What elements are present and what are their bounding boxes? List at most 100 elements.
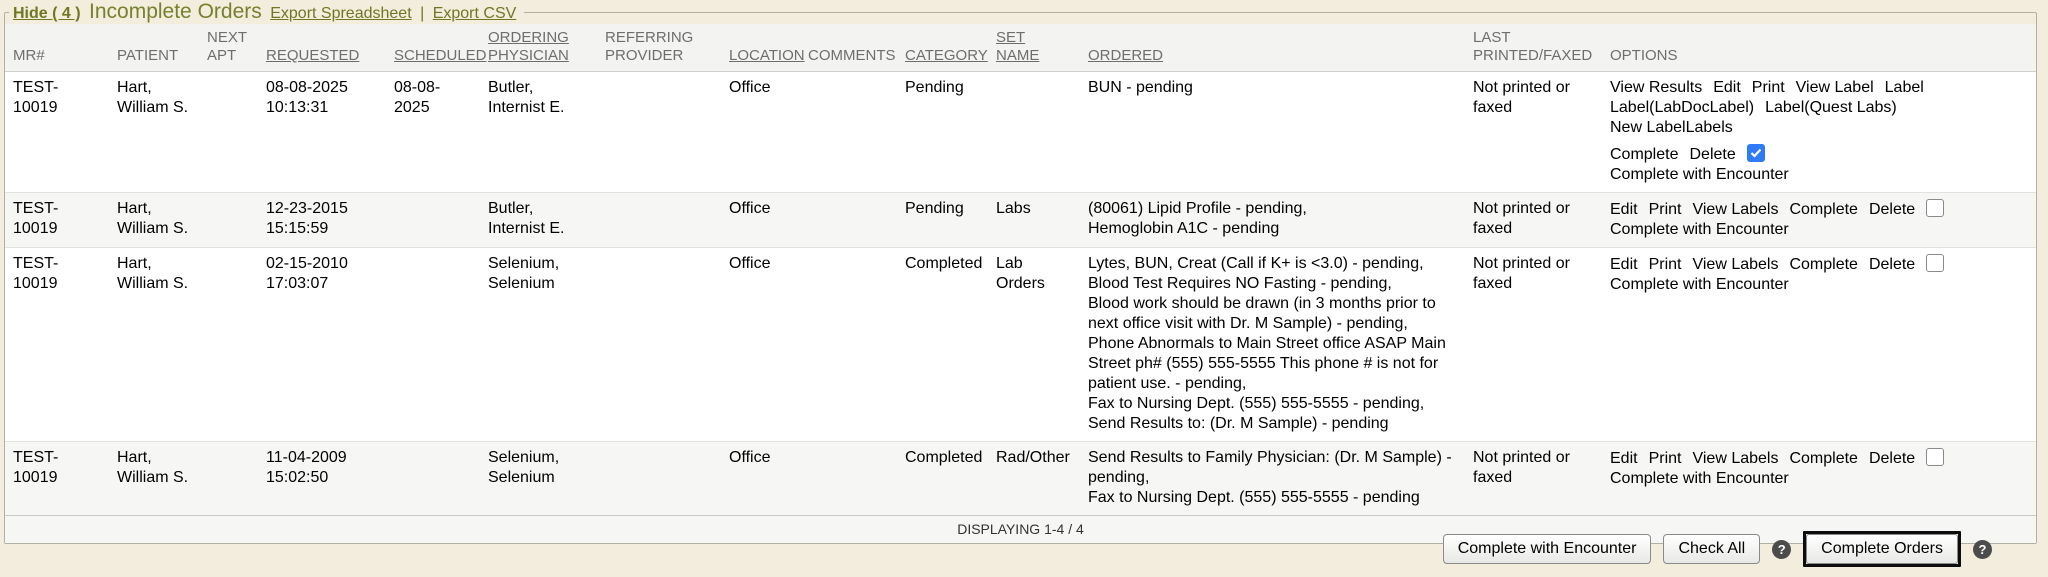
ordered-line: Hemoglobin A1C - pending [1088,219,1457,239]
view-results-link[interactable]: View Results [1610,78,1702,98]
view-label-link[interactable]: View Label [1796,78,1874,98]
complete-with-encounter-link[interactable]: Complete with Encounter [1610,166,1789,183]
column-header-last-printed-faxed: LAST PRINTED/FAXED [1465,24,1602,72]
print-link[interactable]: Print [1649,200,1682,220]
column-header-set-name[interactable]: SET NAME [988,24,1080,72]
help-icon[interactable]: ? [1772,540,1791,559]
print-link[interactable]: Print [1752,78,1785,98]
column-header-ordered[interactable]: ORDERED [1080,24,1465,72]
scheduled-cell: 08-08-2025 [386,72,480,193]
view-labels-link[interactable]: View Labels [1692,255,1778,275]
ordered-line: Lytes, BUN, Creat (Call if K+ is <3.0) -… [1088,254,1457,274]
complete-with-encounter-line: Complete with Encounter [1610,220,2028,240]
set-name-line: Labs [996,199,1072,219]
page-title: Incomplete Orders [85,0,266,23]
ordered-line: BUN - pending [1088,78,1457,98]
hide-toggle-link[interactable]: Hide ( 4 ) [13,5,81,22]
ordered-line: Phone Abnormals to Main Street office AS… [1088,334,1457,394]
edit-link[interactable]: Edit [1610,200,1638,220]
set-name-cell [988,72,1080,193]
requested-cell: 08-08-2025 10:13:31 [258,72,386,193]
set-name-cell: Rad/Other [988,442,1080,516]
scheduled-cell [386,193,480,248]
ordering-physician-cell: Selenium, Selenium [480,248,597,442]
column-header-requested[interactable]: REQUESTED [258,24,386,72]
check-all-button[interactable]: Check All [1663,534,1760,564]
option-links: Edit Print View Labels Complete Delete [1610,448,2028,469]
print-link[interactable]: Print [1649,255,1682,275]
complete-link[interactable]: Complete [1789,200,1857,220]
ordering-physician-cell: Selenium, Selenium [480,442,597,516]
order-checkbox[interactable] [1926,254,1944,272]
ordering-physician-cell: Butler, Internist E. [480,72,597,193]
ordered-cell: (80061) Lipid Profile - pending, Hemoglo… [1080,193,1465,248]
patient-cell: Hart, William S. [109,248,199,442]
help-icon[interactable]: ? [1973,540,1992,559]
patient-cell: Hart, William S. [109,193,199,248]
column-header-location[interactable]: LOCATION [721,24,800,72]
delete-link[interactable]: Delete [1869,255,1915,275]
mr-cell: TEST-10019 [5,72,109,193]
location-cell: Office [721,248,800,442]
complete-with-encounter-button[interactable]: Complete with Encounter [1443,534,1652,564]
mr-cell: TEST-10019 [5,442,109,516]
complete-link[interactable]: Complete [1610,145,1678,165]
order-row: TEST-10019 Hart, William S. 11-04-2009 1… [5,442,2036,516]
edit-link[interactable]: Edit [1610,255,1638,275]
delete-link[interactable]: Delete [1689,145,1735,165]
label-link[interactable]: Label [1885,78,1924,98]
referring-provider-cell [597,72,721,193]
column-header-mr: MR# [5,24,109,72]
requested-date: 11-04-2009 [266,448,378,468]
comments-cell [800,193,897,248]
label-labdoclabel-link[interactable]: Label(LabDocLabel) [1610,98,1754,118]
order-checkbox[interactable] [1926,199,1944,217]
set-name-line: Lab [996,254,1072,274]
view-labels-link[interactable]: View Labels [1692,200,1778,220]
physician-line: Butler, [488,78,589,98]
patient-cell: Hart, William S. [109,442,199,516]
print-link[interactable]: Print [1649,449,1682,469]
requested-time: 15:02:50 [266,468,378,488]
physician-line: Selenium [488,468,589,488]
column-header-scheduled[interactable]: SCHEDULED [386,24,480,72]
scheduled-cell [386,442,480,516]
last-printed-cell: Not printed or faxed [1465,248,1602,442]
ordered-line: Fax to Nursing Dept. (555) 555-5555 - pe… [1088,394,1457,414]
delete-link[interactable]: Delete [1869,449,1915,469]
ordered-line: Send Results to: (Dr. M Sample) - pendin… [1088,414,1457,434]
column-header-patient: PATIENT [109,24,199,72]
new-label-labels-link[interactable]: New LabelLabels [1610,118,1733,138]
complete-link[interactable]: Complete [1789,255,1857,275]
column-header-category[interactable]: CATEGORY [897,24,988,72]
comments-cell [800,72,897,193]
column-header-ordering-physician[interactable]: ORDERING PHYSICIAN [480,24,597,72]
order-checkbox[interactable] [1747,144,1765,162]
comments-cell [800,248,897,442]
physician-line: Internist E. [488,219,589,239]
complete-with-encounter-link[interactable]: Complete with Encounter [1610,470,1789,487]
order-checkbox[interactable] [1926,448,1944,466]
referring-provider-cell [597,193,721,248]
delete-link[interactable]: Delete [1869,200,1915,220]
export-spreadsheet-link[interactable]: Export Spreadsheet [270,5,411,22]
label-quest-labs-link[interactable]: Label(Quest Labs) [1765,98,1897,118]
last-printed-cell: Not printed or faxed [1465,193,1602,248]
complete-orders-button[interactable]: Complete Orders [1806,534,1958,564]
export-csv-link[interactable]: Export CSV [433,5,517,22]
edit-link[interactable]: Edit [1713,78,1741,98]
last-printed-cell: Not printed or faxed [1465,442,1602,516]
mr-cell: TEST-10019 [5,248,109,442]
option-links: View ResultsEditPrintView LabelLabelLabe… [1610,78,2028,138]
options-cell: Edit Print View Labels Complete Delete Compl… [1602,248,2036,442]
complete-link[interactable]: Complete [1789,449,1857,469]
complete-with-encounter-link[interactable]: Complete with Encounter [1610,276,1789,293]
next-apt-cell [199,248,258,442]
patient-line: William S. [117,274,191,294]
complete-with-encounter-link[interactable]: Complete with Encounter [1610,221,1789,238]
edit-link[interactable]: Edit [1610,449,1638,469]
view-labels-link[interactable]: View Labels [1692,449,1778,469]
requested-date: 02-15-2010 [266,254,378,274]
requested-time: 17:03:07 [266,274,378,294]
set-name-cell: Labs [988,193,1080,248]
